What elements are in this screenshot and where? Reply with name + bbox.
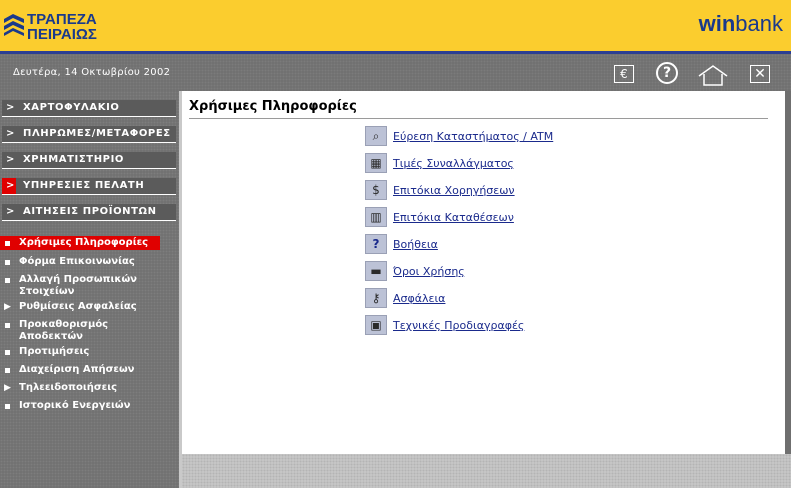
chevron-right-icon: >	[6, 128, 15, 139]
submenu-label: Χρήσιμες Πληροφορίες	[19, 237, 149, 248]
current-date: Δευτέρα, 14 Οκτωβρίου 2002	[13, 67, 171, 78]
menu-item-payments-transfers[interactable]: > ΠΛΗΡΩΜΕΣ/ΜΕΤΑΦΟΡΕΣ	[2, 126, 176, 143]
link-label[interactable]: Όροι Χρήσης	[393, 265, 465, 278]
menu-item-portfolio[interactable]: > ΧΑΡΤΟΦΥΛΑΚΙΟ	[2, 100, 176, 117]
home-icon[interactable]	[697, 64, 729, 86]
link-label[interactable]: Εύρεση Καταστήματος / ATM	[393, 130, 553, 143]
link-label[interactable]: Βοήθεια	[393, 238, 438, 251]
header: ΤΡΑΠΕΖΑ ΠΕΙΡΑΙΩΣ winbank	[0, 0, 791, 51]
submenu-label: Αλλαγή Προσωπικών Στοιχείων	[19, 274, 137, 297]
menu-item-label: ΠΛΗΡΩΜΕΣ/ΜΕΤΑΦΟΡΕΣ	[23, 128, 171, 139]
toolbar: Δευτέρα, 14 Οκτωβρίου 2002 € ? ✕	[0, 54, 791, 91]
bullet-icon	[5, 350, 10, 355]
calculator-icon: ▦	[365, 153, 387, 173]
chevron-right-icon: >	[6, 154, 15, 165]
magnifier-icon: ⌕	[365, 126, 387, 146]
bullet-icon	[5, 404, 10, 409]
submenu-label: Διαχείριση Απήσεων	[19, 364, 135, 375]
menu-item-label: ΑΙΤΗΣΕΙΣ ΠΡΟΪΟΝΤΩΝ	[23, 206, 157, 217]
link-label[interactable]: Τιμές Συναλλάγματος	[393, 157, 514, 170]
question-icon: ?	[365, 234, 387, 254]
link-label[interactable]: Τεχνικές Προδιαγραφές	[393, 319, 524, 332]
link-label[interactable]: Ασφάλεια	[393, 292, 445, 305]
title-divider	[189, 118, 768, 119]
bank-name-line2: ΠΕΙΡΑΙΩΣ	[27, 26, 97, 43]
link-label[interactable]: Επιτόκια Χορηγήσεων	[393, 184, 515, 197]
menu-item-stock-exchange[interactable]: > ΧΡΗΜΑΤΙΣΤΗΡΙΟ	[2, 152, 176, 169]
folder-icon: ▬	[365, 261, 387, 281]
bank-name-line1: ΤΡΑΠΕΖΑ	[27, 11, 97, 28]
footer-bar	[182, 454, 791, 488]
menu-item-customer-services[interactable]: > ΥΠΗΡΕΣΙΕΣ ΠΕΛΑΤΗ	[2, 178, 176, 195]
submenu-label: Προτιμήσεις	[19, 346, 90, 357]
money-icon: $	[365, 180, 387, 200]
sidebar: > ΧΑΡΤΟΦΥΛΑΚΙΟ > ΠΛΗΡΩΜΕΣ/ΜΕΤΑΦΟΡΕΣ > ΧΡ…	[0, 91, 179, 488]
chevron-right-icon: >	[6, 102, 15, 113]
link-label[interactable]: Επιτόκια Καταθέσεων	[393, 211, 514, 224]
submenu-label: Ρυθμίσεις Ασφαλείας	[19, 301, 137, 312]
right-gutter	[785, 91, 791, 488]
bullet-icon	[5, 368, 10, 373]
computer-icon: ▣	[365, 315, 387, 335]
key-icon: ⚷	[365, 288, 387, 308]
submenu-useful-info[interactable]: Χρήσιμες Πληροφορίες	[0, 236, 160, 250]
piraeus-logo-mark-icon	[4, 14, 24, 36]
chevron-right-icon: >	[6, 206, 15, 217]
triangle-right-icon: ▶	[4, 383, 11, 393]
brand-win: win	[698, 11, 736, 36]
brand-bank: bank	[735, 11, 783, 36]
menu-item-label: ΧΑΡΤΟΦΥΛΑΚΙΟ	[23, 102, 120, 113]
submenu-label: Φόρμα Επικοινωνίας	[19, 256, 135, 267]
chevron-right-icon: >	[6, 180, 15, 191]
winbank-logo: winbank	[699, 11, 783, 37]
piraeus-bank-logo[interactable]: ΤΡΑΠΕΖΑ ΠΕΙΡΑΙΩΣ	[0, 9, 110, 43]
savings-icon: ▥	[365, 207, 387, 227]
menu-item-label: ΥΠΗΡΕΣΙΕΣ ΠΕΛΑΤΗ	[23, 180, 145, 191]
menu-item-label: ΧΡΗΜΑΤΙΣΤΗΡΙΟ	[23, 154, 125, 165]
triangle-right-icon: ▶	[4, 302, 11, 312]
help-icon[interactable]: ?	[656, 62, 678, 84]
bullet-icon	[5, 260, 10, 265]
main-content: Χρήσιμες Πληροφορίες ⌕ Εύρεση Καταστήματ…	[182, 91, 785, 454]
page-title: Χρήσιμες Πληροφορίες	[189, 99, 357, 114]
menu-item-product-applications[interactable]: > ΑΙΤΗΣΕΙΣ ΠΡΟΪΟΝΤΩΝ	[2, 204, 176, 221]
bullet-icon	[5, 241, 10, 246]
bullet-icon	[5, 278, 10, 283]
close-icon[interactable]: ✕	[750, 65, 770, 83]
submenu-label: Τηλεειδοποιήσεις	[19, 382, 118, 393]
bullet-icon	[5, 323, 10, 328]
euro-icon[interactable]: €	[614, 65, 634, 83]
submenu-label: Προκαθορισμός Αποδεκτών	[19, 319, 109, 342]
submenu-label: Ιστορικό Ενεργειών	[19, 400, 131, 411]
